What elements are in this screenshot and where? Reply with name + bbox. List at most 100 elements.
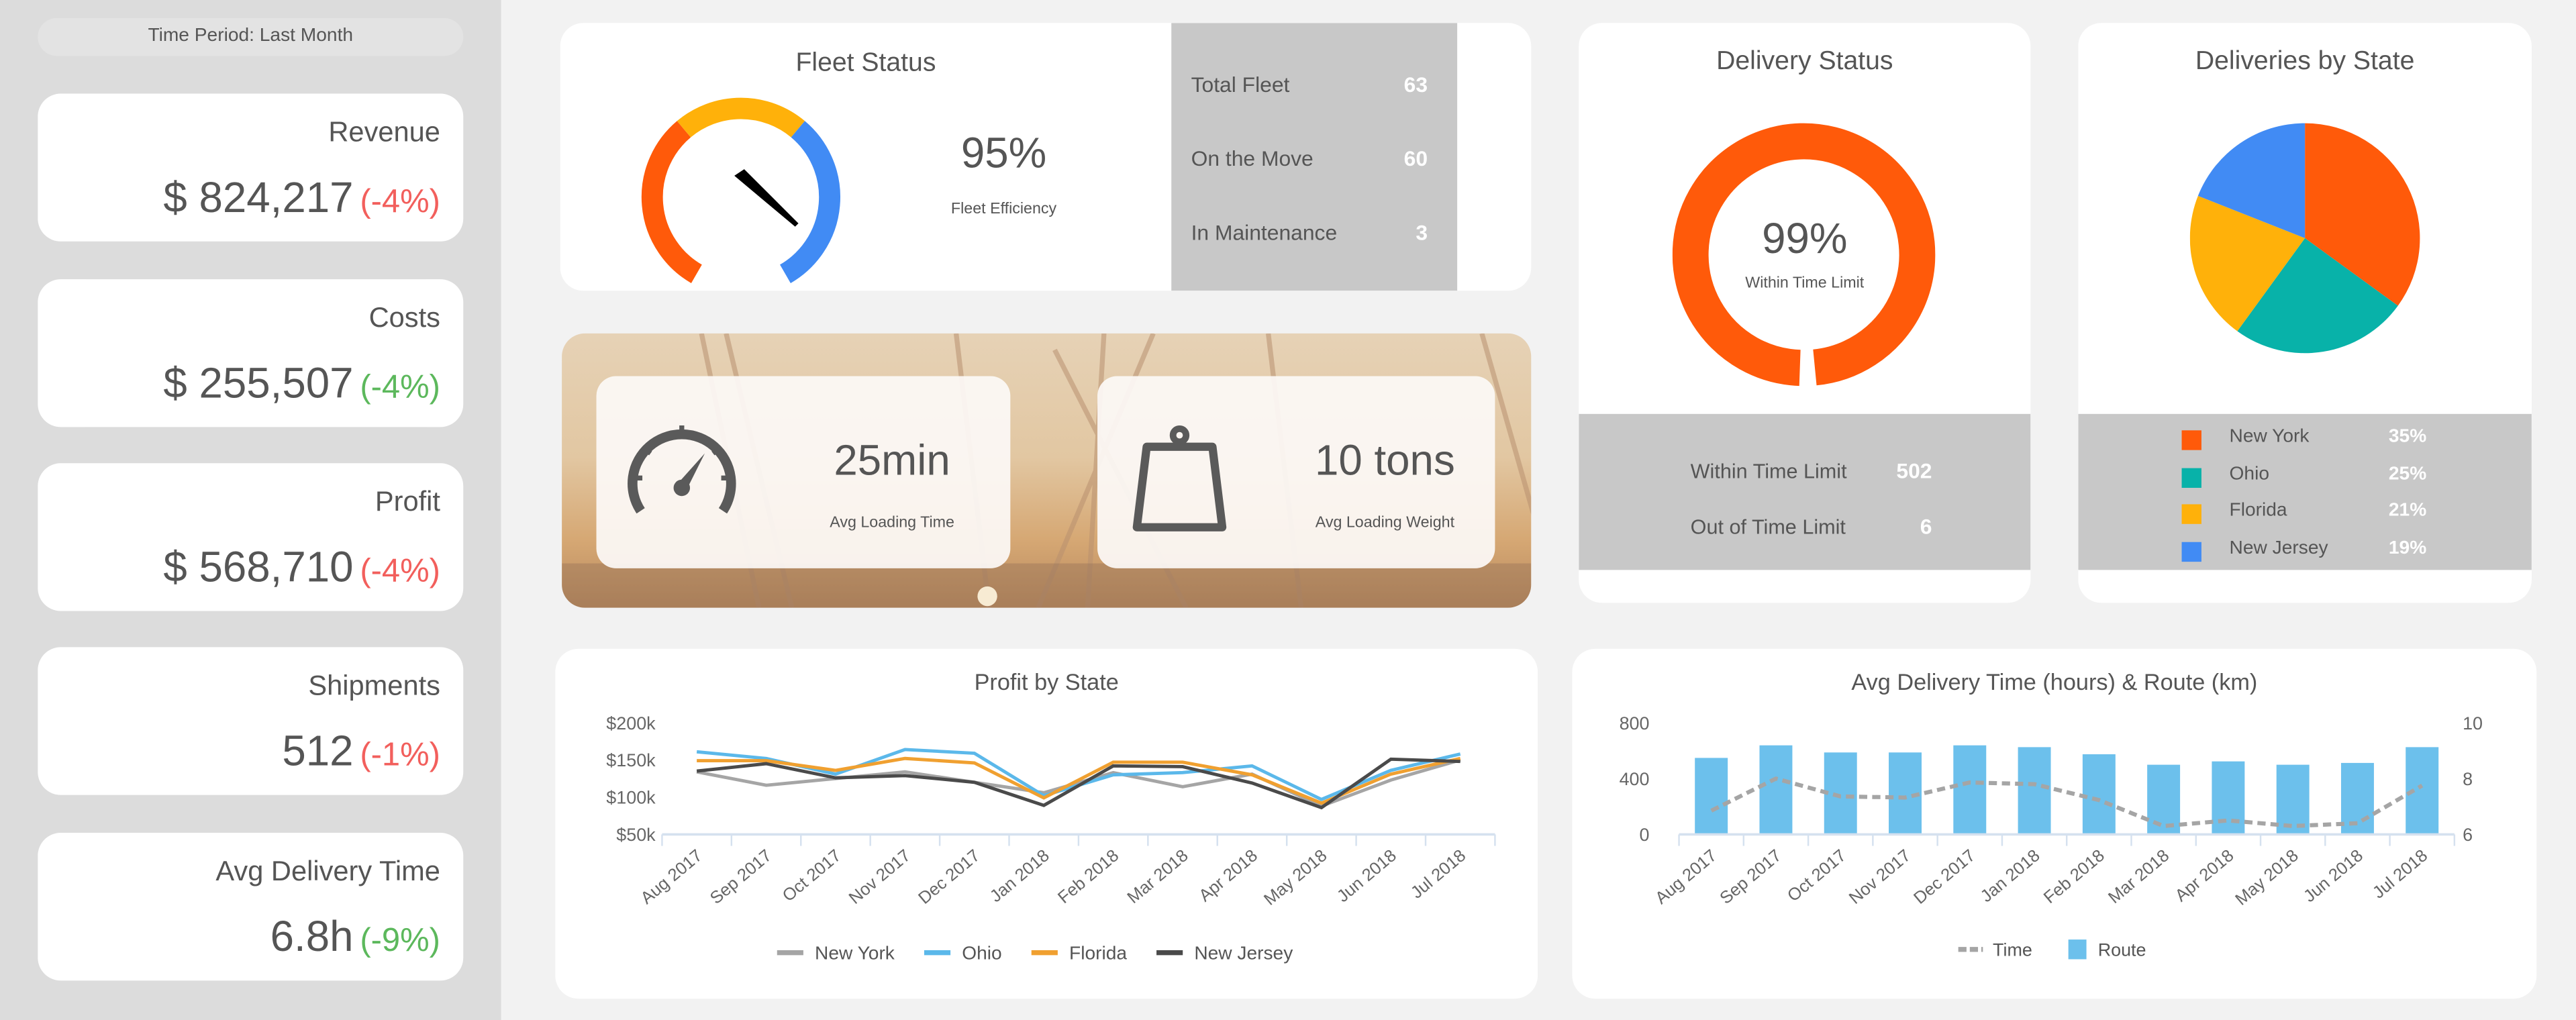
kpi-card-profit: Profit $ 568,710 (-4%)	[38, 463, 464, 611]
kpi-card-costs: Costs $ 255,507 (-4%)	[38, 279, 464, 427]
legend-value: 21%	[2388, 501, 2427, 521]
y-tick-label: $100k	[606, 788, 656, 808]
legend-label: New York	[815, 942, 895, 963]
kpi-value: 512 (-1%)	[282, 726, 440, 777]
delivery-stat-value: 6	[1920, 514, 1932, 539]
kpi-label: Revenue	[328, 116, 440, 148]
legend-swatch	[2068, 939, 2087, 960]
route-bar	[1695, 758, 1728, 835]
deliveries-by-state-card: Deliveries by State New York 35% Ohio 25% Fl…	[2078, 23, 2532, 603]
x-tick-label: Oct 2017	[779, 846, 845, 905]
fleet-stat-value: 60	[1403, 146, 1428, 171]
legend-label: Route	[2098, 940, 2146, 960]
x-tick-label: Jan 2018	[1977, 846, 2044, 906]
delivery-percent-label: Within Time Limit	[1745, 274, 1865, 293]
avg-loading-weight-value: 10 tons	[1315, 435, 1455, 485]
route-bar	[1953, 745, 1987, 835]
time-period-filter[interactable]: Time Period: Last Month	[38, 17, 464, 56]
kpi-amount: 512	[282, 725, 354, 776]
deliveries-pie-chart	[2189, 123, 2420, 354]
fleet-stat-label: On the Move	[1191, 146, 1314, 171]
legend-label: Time	[1993, 940, 2032, 960]
route-bar	[1759, 745, 1793, 835]
delivery-stats-panel: Within Time Limit 502 Out of Time Limit …	[1579, 413, 2031, 570]
avg-loading-time-card: 25min Avg Loading Time	[596, 376, 1011, 568]
route-bar	[2340, 762, 2374, 835]
x-tick-label: Oct 2017	[1784, 846, 1850, 905]
fleet-stat-row: Total Fleet 63	[1191, 72, 1428, 97]
avg-loading-weight-card: 10 tons Avg Loading Weight	[1097, 376, 1495, 568]
delivery-stat-label: Out of Time Limit	[1690, 515, 1846, 539]
legend-label: New Jersey	[1194, 942, 1293, 963]
y-tick-label: $200k	[606, 713, 656, 733]
kpi-change: (-9%)	[360, 923, 440, 960]
gauge-segment	[641, 121, 703, 283]
kpi-label: Profit	[375, 486, 440, 518]
time-line-series	[1710, 776, 2424, 829]
route-bar	[2147, 764, 2181, 835]
route-bar	[2212, 761, 2245, 835]
weight-icon	[1132, 425, 1227, 531]
legend-swatch	[2181, 430, 2201, 450]
delivery-status-card: Delivery Status 99% Within Time Limit Wi…	[1579, 23, 2031, 603]
delivery-status-title: Delivery Status	[1716, 47, 1893, 76]
x-tick-label: Jul 2018	[2369, 846, 2431, 903]
x-tick-label: Nov 2017	[846, 846, 914, 908]
legend-value: 25%	[2388, 464, 2427, 484]
speedometer-icon	[628, 425, 736, 514]
fleet-stat-value: 3	[1416, 219, 1428, 245]
legend-label: Ohio	[2229, 464, 2270, 484]
delivery-percent-value: 99%	[1762, 213, 1848, 263]
x-tick-label: Jul 2018	[1407, 846, 1469, 903]
fleet-stat-row: In Maintenance 3	[1191, 220, 1428, 245]
avg-loading-time-label: Avg Loading Time	[830, 514, 954, 533]
legend-label: New Jersey	[2229, 538, 2328, 558]
y-right-tick-label: 10	[2463, 713, 2483, 733]
legend-label: New York	[2229, 427, 2310, 447]
kpi-change: (-1%)	[360, 737, 440, 774]
delivery-stat-label: Within Time Limit	[1690, 460, 1847, 483]
loading-banner: 25min Avg Loading Time 10 tons Avg Loadi…	[562, 333, 1532, 608]
kpi-amount: 6.8h	[270, 911, 354, 961]
y-right-tick-label: 8	[2463, 769, 2473, 789]
y-tick-label: $50k	[616, 825, 656, 845]
fleet-stat-value: 63	[1403, 72, 1428, 97]
kpi-label: Avg Delivery Time	[215, 856, 440, 887]
x-tick-label: Dec 2017	[915, 846, 983, 908]
kpi-value: $ 255,507 (-4%)	[163, 358, 440, 409]
kpi-label: Shipments	[308, 670, 440, 702]
fleet-stats-panel: Total Fleet 63 On the Move 60 In Maintenan…	[1171, 23, 1458, 291]
x-tick-label: Jan 2018	[987, 846, 1053, 906]
kpi-label: Costs	[368, 302, 440, 334]
x-tick-label: Sep 2017	[1716, 846, 1785, 908]
kpi-change: (-4%)	[360, 553, 440, 590]
sidebar: Time Period: Last Month Revenue $ 824,21…	[0, 0, 501, 1020]
profit-line-chart: Aug 2017 Sep 2017 Oct 2017 Nov 2017 Dec 2017…	[606, 713, 1496, 963]
gauge-segment	[677, 97, 805, 138]
legend-swatch	[2181, 504, 2201, 524]
x-tick-label: Aug 2017	[638, 846, 706, 908]
x-tick-label: May 2018	[2232, 846, 2301, 909]
kpi-change: (-4%)	[360, 184, 440, 220]
gauge-needle	[734, 169, 799, 227]
kpi-value: $ 568,710 (-4%)	[163, 542, 440, 593]
x-tick-label: Aug 2017	[1652, 846, 1720, 908]
avg-delivery-route-card: Avg Delivery Time (hours) & Route (km) A…	[1572, 648, 2537, 999]
fleet-status-card: Fleet Status 95% Fleet Efficiency Total …	[560, 23, 1532, 291]
kpi-amount: $ 824,217	[163, 172, 354, 222]
x-tick-label: Nov 2017	[1846, 846, 1914, 908]
x-tick-label: Dec 2017	[1910, 846, 1979, 908]
fleet-stat-label: Total Fleet	[1191, 72, 1290, 97]
legend-value: 19%	[2388, 538, 2427, 558]
fleet-stat-label: In Maintenance	[1191, 219, 1338, 245]
x-tick-label: Apr 2018	[1195, 846, 1261, 905]
route-bar	[2082, 754, 2116, 835]
y-left-tick-label: 800	[1620, 713, 1650, 733]
fleet-efficiency-label: Fleet Efficiency	[950, 200, 1057, 219]
route-bar	[2018, 747, 2051, 835]
route-bar	[1824, 752, 1857, 835]
x-tick-label: Feb 2018	[2040, 846, 2108, 907]
x-tick-label: Sep 2017	[707, 846, 775, 908]
x-tick-label: Jun 2018	[1334, 846, 1400, 906]
x-tick-label: Apr 2018	[2172, 846, 2238, 905]
